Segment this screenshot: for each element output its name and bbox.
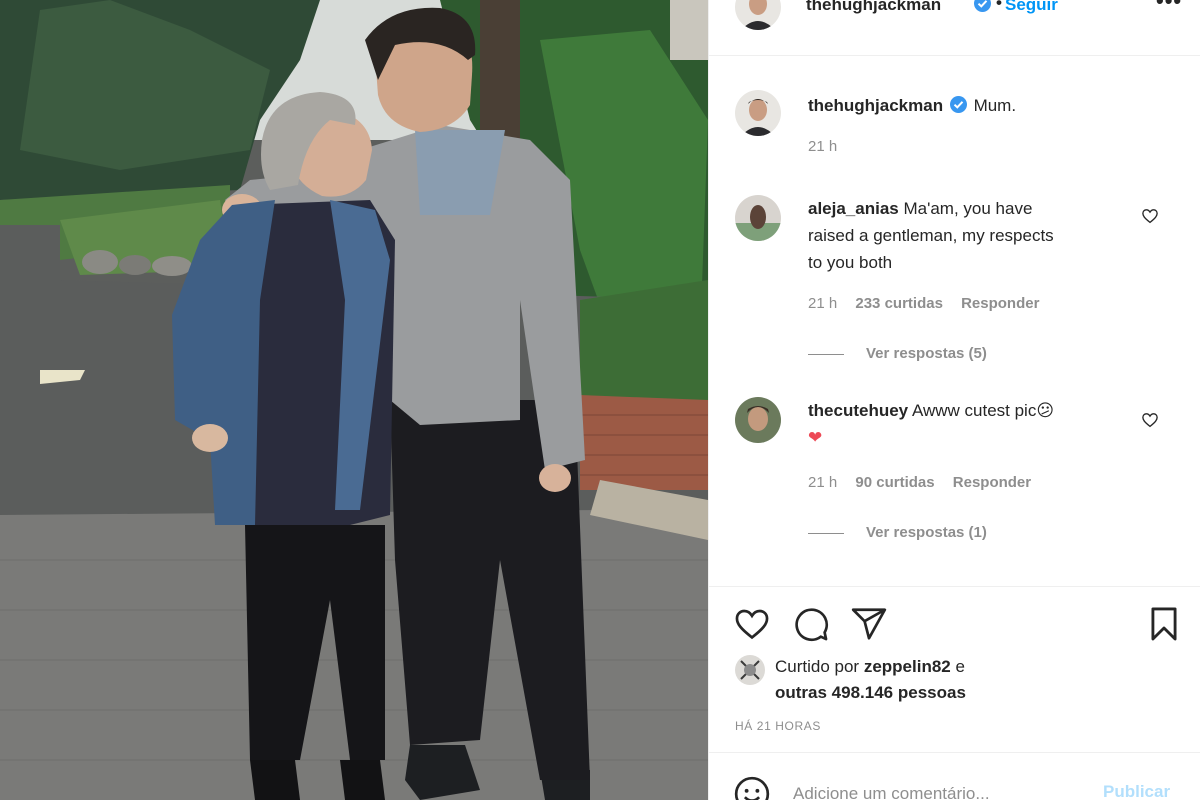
- smiley-icon[interactable]: [733, 775, 771, 800]
- liked-by-prefix: Curtido por: [775, 657, 864, 676]
- replies-divider: [808, 532, 844, 534]
- comment-likes[interactable]: 90 curtidas: [855, 474, 934, 491]
- reply-button[interactable]: Responder: [953, 474, 1031, 491]
- comment-likes[interactable]: 233 curtidas: [855, 295, 943, 312]
- comment-meta: 21 h 233 curtidas Responder: [808, 295, 1053, 312]
- caption-meta: 21 h: [808, 138, 851, 155]
- liked-by-line: Curtido por zeppelin82 e: [775, 657, 965, 677]
- comment-line: raised a gentleman, my respects: [808, 226, 1054, 245]
- more-options-icon[interactable]: •••: [1156, 0, 1182, 14]
- comments-list[interactable]: thehughjackman Mum. 21 h aleja_anias Ma'…: [709, 57, 1200, 585]
- post-header: thehughjackman • Seguir •••: [709, 0, 1200, 56]
- heart-icon[interactable]: [733, 605, 771, 643]
- view-replies-label[interactable]: Ver respostas (5): [866, 345, 987, 362]
- author-avatar[interactable]: [735, 90, 781, 136]
- post-actions: Curtido por zeppelin82 e outras 498.146 …: [709, 586, 1200, 750]
- caption-text: thehughjackman Mum.: [808, 92, 1016, 119]
- view-replies-button[interactable]: Ver respostas (5): [808, 345, 987, 362]
- comment-input[interactable]: [793, 779, 1083, 800]
- view-replies-label[interactable]: Ver respostas (1): [866, 524, 987, 541]
- replies-divider: [808, 353, 844, 355]
- verified-badge-icon: [974, 0, 991, 12]
- add-comment-bar: Publicar: [709, 752, 1200, 800]
- author-avatar[interactable]: [735, 0, 781, 30]
- paper-plane-icon[interactable]: [850, 605, 888, 643]
- post-timestamp[interactable]: HÁ 21 HORAS: [735, 719, 821, 733]
- comment-like-heart-icon[interactable]: [1141, 411, 1159, 429]
- caption-username[interactable]: thehughjackman: [808, 96, 943, 115]
- comment-text: thecutehuey Awww cutest pic😕 ❤: [808, 397, 1128, 451]
- follow-button[interactable]: Seguir: [1005, 0, 1058, 15]
- photo-illustration: [0, 0, 708, 800]
- comment-time: 21 h: [808, 474, 838, 491]
- comment-meta: 21 h 90 curtidas Responder: [808, 474, 1045, 491]
- comment-text: aleja_anias Ma'am, you have raised a gen…: [808, 195, 1128, 276]
- red-heart-emoji: ❤: [808, 428, 823, 447]
- caption-body: Mum.: [973, 96, 1017, 115]
- likes-count[interactable]: outras 498.146 pessoas: [775, 683, 966, 703]
- commenter-avatar[interactable]: [735, 195, 781, 241]
- caption-time: 21 h: [808, 138, 838, 155]
- author-username[interactable]: thehughjackman: [806, 0, 941, 15]
- post-side-panel: thehughjackman • Seguir ••• thehughjackm…: [708, 0, 1200, 800]
- liked-by-connector: e: [950, 657, 965, 676]
- comment-body: Awww cutest pic: [911, 401, 1037, 420]
- confused-emoji: 😕: [1036, 401, 1055, 420]
- liker-avatar[interactable]: [735, 655, 765, 685]
- reply-button[interactable]: Responder: [961, 295, 1039, 312]
- verified-badge-icon: [949, 94, 967, 113]
- view-replies-button[interactable]: Ver respostas (1): [808, 524, 987, 541]
- comment-username[interactable]: thecutehuey: [808, 401, 908, 420]
- publish-button[interactable]: Publicar: [1103, 782, 1170, 800]
- comment-line: Ma'am, you have: [903, 199, 1033, 218]
- comment-time: 21 h: [808, 295, 838, 312]
- comment-like-heart-icon[interactable]: [1141, 207, 1159, 225]
- post-photo[interactable]: [0, 0, 708, 800]
- bookmark-icon[interactable]: [1145, 605, 1183, 643]
- comment-icon[interactable]: [792, 605, 830, 643]
- comment-line: to you both: [808, 253, 893, 272]
- liker-username[interactable]: zeppelin82: [864, 657, 951, 676]
- comment-username[interactable]: aleja_anias: [808, 199, 899, 218]
- header-separator: •: [996, 0, 1002, 12]
- commenter-avatar[interactable]: [735, 397, 781, 443]
